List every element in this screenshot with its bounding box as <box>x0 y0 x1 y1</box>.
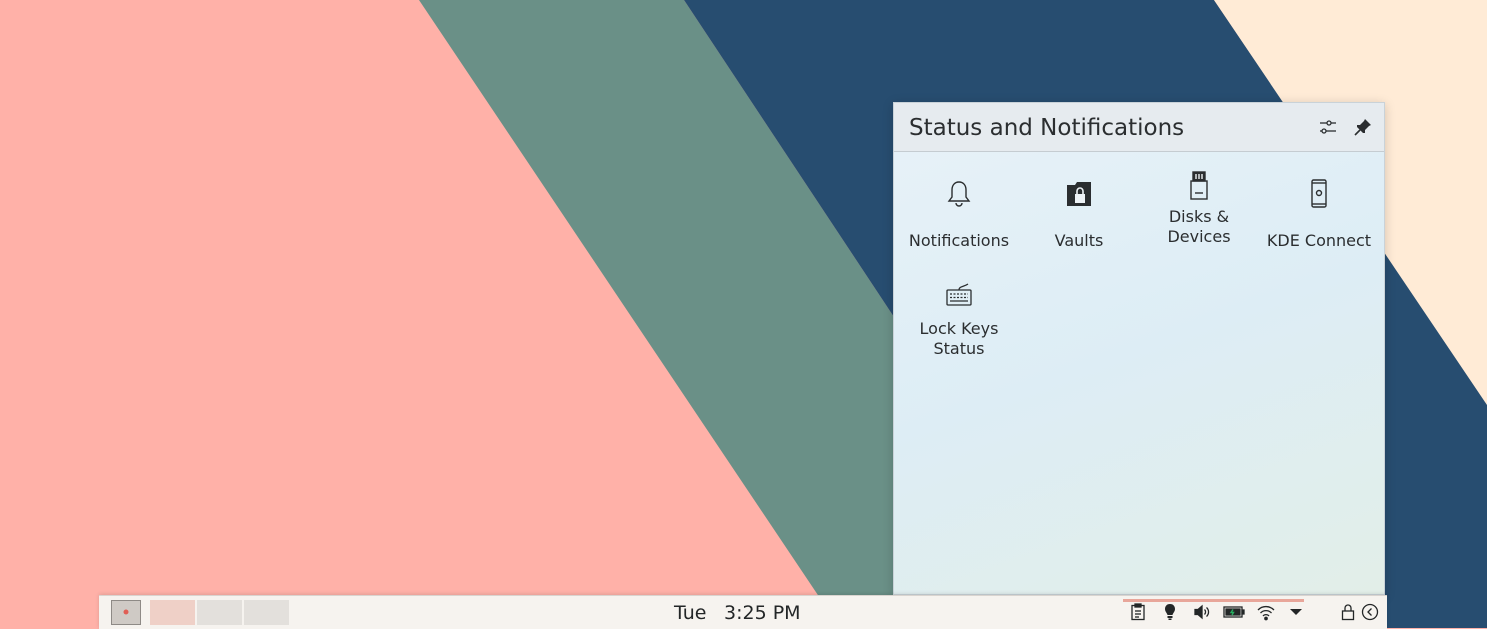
applet-disks-devices[interactable]: Disks & Devices <box>1139 171 1259 247</box>
desktop-4[interactable] <box>244 600 289 625</box>
applet-label: Disks & Devices <box>1167 207 1231 246</box>
applet-vaults[interactable]: Vaults <box>1019 179 1139 251</box>
expand-arrow-icon[interactable] <box>1287 603 1305 621</box>
clock-day: Tue <box>674 602 707 624</box>
applet-label: Lock Keys Status <box>919 319 999 358</box>
battery-icon[interactable] <box>1223 603 1245 621</box>
applet-label: KDE Connect <box>1266 231 1372 250</box>
phone-icon <box>1306 179 1332 209</box>
keyboard-icon <box>946 279 972 309</box>
volume-icon[interactable] <box>1193 603 1211 621</box>
active-applet-indicator <box>1123 599 1304 602</box>
disk-icon <box>1186 171 1212 201</box>
bell-icon <box>946 179 972 209</box>
desktop-2[interactable] <box>150 600 195 625</box>
pin-icon[interactable] <box>1353 117 1373 137</box>
wifi-icon[interactable] <box>1257 603 1275 621</box>
bulb-icon[interactable] <box>1161 603 1179 621</box>
applet-kde-connect[interactable]: KDE Connect <box>1259 179 1379 251</box>
configure-icon[interactable] <box>1318 117 1338 137</box>
clipboard-icon[interactable] <box>1129 603 1147 621</box>
vault-icon <box>1066 179 1092 209</box>
desktop-1[interactable] <box>111 600 141 625</box>
applet-label: Notifications <box>908 231 1010 250</box>
lock-icon[interactable] <box>1339 603 1357 621</box>
taskbar-panel: Tue 3:25 PM <box>99 595 1387 629</box>
applet-label: Vaults <box>1054 231 1104 250</box>
panel-header: Status and Notifications <box>894 103 1384 152</box>
status-notifications-panel: Status and Notifications Notifications V… <box>893 102 1385 595</box>
clock-time: 3:25 PM <box>724 602 801 624</box>
virtual-desktop-pager <box>103 600 292 625</box>
desktop-3[interactable] <box>197 600 242 625</box>
applet-lock-keys[interactable]: Lock Keys Status <box>899 279 1019 359</box>
panel-title: Status and Notifications <box>909 115 1185 141</box>
logout-icon[interactable] <box>1361 603 1379 621</box>
applet-notifications[interactable]: Notifications <box>899 179 1019 251</box>
